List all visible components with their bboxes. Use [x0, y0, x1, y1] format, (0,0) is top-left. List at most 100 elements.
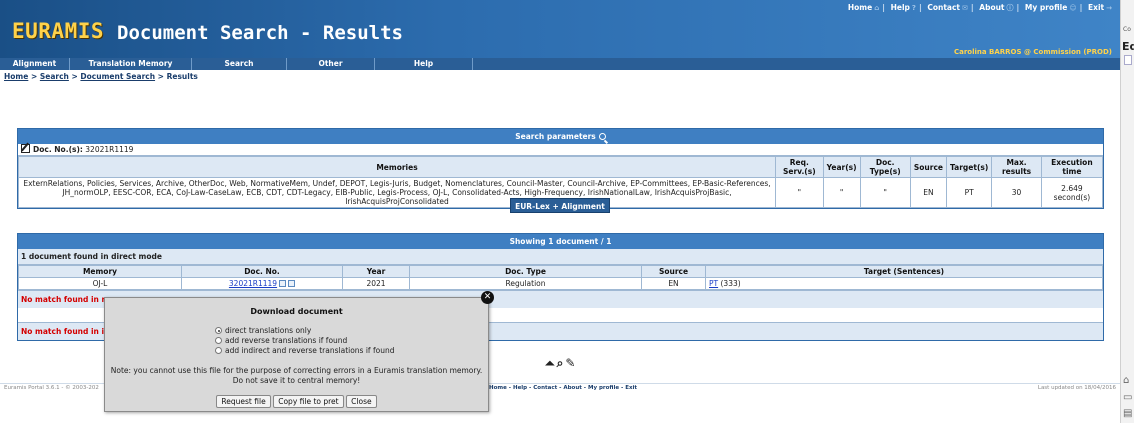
years-value: "	[822, 177, 861, 208]
row-memory: OJ-L	[18, 277, 182, 290]
option-indirect[interactable]: add indirect and reverse translations if…	[215, 346, 394, 356]
option-direct-label: direct translations only	[225, 326, 312, 335]
docno-row: Doc. No.(s): 32021R1119	[18, 144, 1103, 156]
row-docno-cell: 32021R1119	[181, 277, 343, 290]
memories-list: ExternRelations, Policies, Services, Arc…	[18, 177, 776, 208]
footer-link-help[interactable]: Help	[513, 385, 527, 391]
right-strip-label-small: Co	[1123, 26, 1131, 33]
search-parameters-title: Search parameters	[515, 132, 596, 141]
top-link-about[interactable]: About	[979, 3, 1004, 12]
nav-alignment[interactable]: Alignment	[0, 58, 70, 70]
header-banner: EURAMIS Document Search - Results Home ⌂ |…	[0, 0, 1120, 58]
col-req-serv: Req. Serv.(s)	[775, 156, 824, 178]
breadcrumb-document-search[interactable]: Document Search	[80, 72, 155, 81]
breadcrumb-current: Results	[166, 72, 198, 81]
right-side-strip: Co Ed ⌂ ▭ ▤	[1120, 0, 1134, 423]
printer-icon[interactable]: ▭	[1123, 392, 1132, 403]
main-nav: Alignment Translation Memory Search Othe…	[0, 58, 1120, 70]
nav-help[interactable]: Help	[375, 58, 473, 70]
dialog-note-line1: Note: you cannot use this file for the p…	[110, 366, 483, 375]
radio-indirect[interactable]	[215, 347, 222, 354]
row-doctype: Regulation	[409, 277, 642, 290]
nav-other[interactable]: Other	[287, 58, 375, 70]
footer-link-about[interactable]: About	[563, 385, 582, 391]
dialog-note: Note: you cannot use this file for the p…	[105, 366, 488, 386]
results-header: Showing 1 document / 1	[18, 234, 1103, 249]
nav-search[interactable]: Search	[192, 58, 287, 70]
option-reverse[interactable]: add reverse translations if found	[215, 336, 394, 346]
top-links: Home ⌂ | Help? | Contact ✉ | About ⓘ | My profi…	[847, 3, 1112, 12]
close-icon[interactable]: ✕	[481, 291, 494, 304]
footer-link-home[interactable]: Home	[489, 385, 507, 391]
profile-icon: ☺	[1069, 4, 1077, 12]
row-docno-link[interactable]: 32021R1119	[229, 279, 277, 288]
source-value: EN	[909, 177, 948, 208]
col-doc-types: Doc. Type(s)	[859, 156, 911, 178]
col-memory: Memory	[18, 265, 182, 278]
col-exec-time: Execution time	[1040, 156, 1104, 178]
table-row: OJ-L 32021R1119 2021 Regulation EN PT (3…	[18, 277, 1103, 290]
top-link-profile[interactable]: My profile	[1025, 3, 1067, 12]
row-source: EN	[641, 277, 706, 290]
dialog-note-line2: Do not save it to central memory!	[232, 376, 361, 385]
col-memories: Memories	[18, 156, 776, 178]
row-target-link[interactable]: PT	[709, 279, 718, 288]
download-dialog: ✕ Download document direct translations …	[104, 291, 494, 412]
nav-translation-memory[interactable]: Translation Memory	[70, 58, 192, 70]
col-years: Year(s)	[822, 156, 861, 178]
breadcrumb-home[interactable]: Home	[4, 72, 28, 81]
radio-reverse[interactable]	[215, 337, 222, 344]
search-parameters-panel: Search parameters Doc. No.(s): 32021R111…	[17, 128, 1104, 209]
exec-time-value: 2.649 second(s)	[1040, 177, 1104, 208]
user-identity: Carolina BARROS @ Commission (PROD)	[953, 48, 1112, 56]
top-link-help[interactable]: Help	[891, 3, 910, 12]
top-link-contact[interactable]: Contact	[927, 3, 960, 12]
dialog-title: Download document	[250, 307, 343, 316]
col-doctype: Doc. Type	[409, 265, 642, 278]
comment-icon[interactable]	[288, 280, 296, 287]
req-serv-value: "	[775, 177, 824, 208]
docno-value: 32021R1119	[85, 145, 134, 154]
col-year: Year	[342, 265, 410, 278]
home-icon-side[interactable]: ⌂	[1123, 375, 1129, 386]
col-target-sentences: Target (Sentences)	[705, 265, 1103, 278]
scroll-handle[interactable]	[1124, 55, 1132, 65]
col-source: Source	[641, 265, 706, 278]
dialog-buttons: Request file Copy file to pret Close	[105, 395, 488, 408]
document-icon[interactable]: ▤	[1123, 408, 1132, 419]
results-table: Memory Doc. No. Year Doc. Type Source Ta…	[18, 265, 1103, 290]
edit-icon-bottom[interactable]: ✎	[565, 356, 577, 370]
request-file-button[interactable]: Request file	[216, 395, 271, 408]
doc-types-value: "	[859, 177, 911, 208]
download-options: direct translations only add reverse tra…	[215, 326, 394, 356]
exit-icon: →	[1106, 4, 1112, 12]
contact-icon: ✉	[962, 4, 968, 12]
col-max-results: Max. results	[991, 156, 1042, 178]
option-reverse-label: add reverse translations if found	[225, 336, 348, 345]
top-arrow-icon[interactable]: ⏶	[545, 356, 557, 370]
top-link-home[interactable]: Home	[848, 3, 872, 12]
footer-link-exit[interactable]: Exit	[625, 385, 637, 391]
breadcrumb: Home > Search > Document Search > Result…	[4, 72, 198, 81]
copy-to-pret-button[interactable]: Copy file to pret	[273, 395, 344, 408]
target-value: PT	[945, 177, 993, 208]
breadcrumb-search[interactable]: Search	[40, 72, 69, 81]
footer-link-contact[interactable]: Contact	[533, 385, 557, 391]
option-direct[interactable]: direct translations only	[215, 326, 394, 336]
max-results-value: 30	[991, 177, 1042, 208]
home-icon: ⌂	[874, 4, 880, 12]
bottom-icons: ⏶⌕✎	[545, 356, 577, 371]
row-target-cell: PT (333)	[705, 277, 1103, 290]
eurlex-alignment-button[interactable]: EUR-Lex + Alignment	[510, 198, 610, 213]
page-title: Document Search - Results	[117, 22, 403, 44]
footer-link-profile[interactable]: My profile	[588, 385, 619, 391]
found-summary: 1 document found in direct mode	[18, 249, 1103, 265]
radio-direct[interactable]	[215, 327, 222, 334]
search-icon[interactable]	[598, 133, 606, 140]
close-button[interactable]: Close	[346, 395, 377, 408]
edit-icon[interactable]	[21, 144, 30, 153]
top-link-exit[interactable]: Exit	[1088, 3, 1104, 12]
row-target-count: (333)	[720, 279, 741, 288]
option-indirect-label: add indirect and reverse translations if…	[225, 346, 395, 355]
save-icon[interactable]	[279, 280, 287, 287]
